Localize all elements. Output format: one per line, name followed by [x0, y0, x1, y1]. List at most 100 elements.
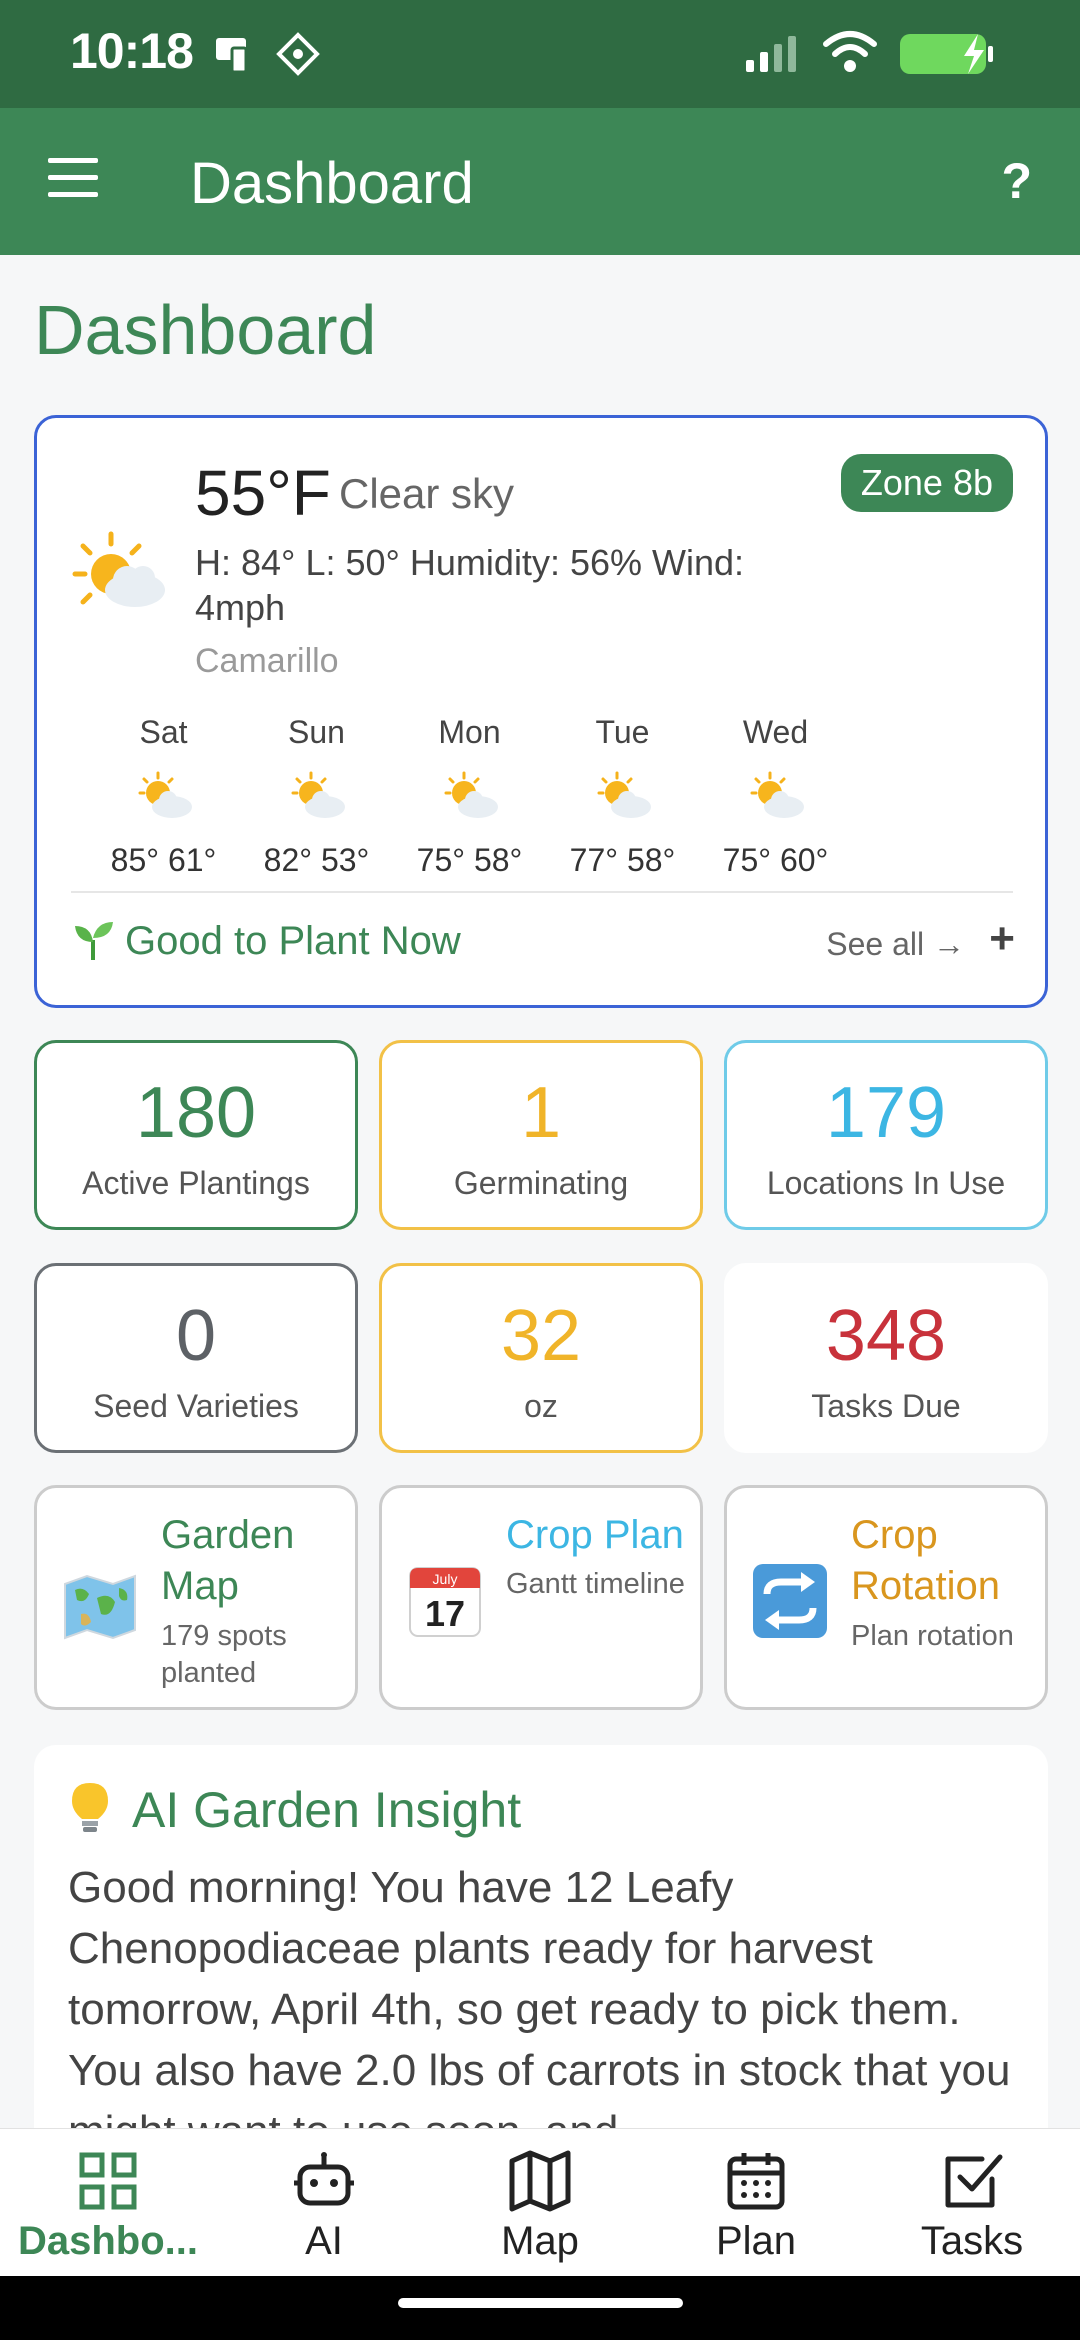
stat-card-seed-varieties[interactable]: 0 Seed Varieties	[34, 1263, 358, 1453]
forecast-temps: 85° 61°	[110, 842, 217, 878]
nav-card-title: Garden Map	[161, 1513, 295, 1608]
ai-insight-header: AI Garden Insight	[68, 1781, 521, 1839]
nav-card-subtitle: Plan rotation	[851, 1620, 1014, 1652]
status-bar: 10:18	[0, 0, 1080, 108]
nav-card-title: Crop Rotation	[851, 1513, 1000, 1608]
zone-badge: Zone 8b	[840, 454, 1013, 512]
forecast-day: Wed 75° 60°	[699, 714, 852, 879]
rotate-arrows-icon	[753, 1564, 827, 1638]
crop-rotation-card[interactable]: Crop Rotation Plan rotation	[724, 1485, 1048, 1710]
robot-icon	[294, 2152, 354, 2206]
stat-card-locations-in-use[interactable]: 179 Locations In Use	[724, 1040, 1048, 1230]
weather-location: Camarillo	[195, 642, 339, 680]
signal-icon	[746, 36, 796, 72]
stat-value: 348	[825, 1296, 947, 1376]
tab-label: Tasks	[920, 2219, 1024, 2263]
forecast-day-name: Sat	[139, 714, 188, 750]
forecast-day-name: Tue	[595, 714, 650, 750]
partly-sunny-icon	[291, 771, 345, 818]
tab-label: Dashbo...	[17, 2219, 199, 2263]
forecast-temps: 75° 60°	[722, 842, 829, 878]
bottom-navigation: Dashbo... AI Map Plan Tasks	[0, 2128, 1080, 2276]
stat-value: 180	[135, 1073, 257, 1153]
forecast-temps: 82° 53°	[263, 842, 370, 878]
location-diamond-icon	[276, 32, 320, 76]
stat-label: Seed Varieties	[93, 1388, 299, 1424]
home-indicator-area	[0, 2276, 1080, 2340]
calendar-day-text: 17	[425, 1593, 465, 1634]
partly-sunny-icon	[72, 531, 165, 607]
tab-plan[interactable]: Plan	[648, 2129, 864, 2276]
stat-label: Germinating	[453, 1165, 629, 1201]
forecast-day-name: Wed	[742, 714, 809, 750]
stat-label: oz	[524, 1388, 558, 1424]
stat-value: 179	[825, 1073, 947, 1153]
stat-value: 1	[520, 1073, 562, 1153]
good-to-plant-now-label: Good to Plant Now	[125, 919, 461, 963]
help-button[interactable]: ?	[1001, 152, 1032, 210]
tab-dashboard[interactable]: Dashbo...	[0, 2129, 216, 2276]
stat-card-active-plantings[interactable]: 180 Active Plantings	[34, 1040, 358, 1230]
nav-card-subtitle: Gantt timeline	[506, 1568, 685, 1600]
add-button[interactable]: +	[989, 914, 1015, 964]
stat-label: Locations In Use	[766, 1165, 1006, 1201]
partly-sunny-icon	[750, 771, 804, 818]
tab-label: AI	[305, 2219, 343, 2263]
calendar-icon	[727, 2153, 785, 2210]
forecast-row: Sat 85° 61° Sun 82° 53° Mon 75° 58° Tue …	[87, 714, 852, 879]
page-title: Dashboard	[34, 291, 377, 369]
app-bar: Dashboard ?	[0, 108, 1080, 255]
stat-card-oz[interactable]: 32 oz	[379, 1263, 703, 1453]
weather-details: H: 84° L: 50° Humidity: 56% Wind: 4mph	[195, 542, 745, 628]
forecast-day-name: Sun	[288, 714, 345, 750]
forecast-day: Mon 75° 58°	[393, 714, 546, 879]
map-icon	[509, 2150, 571, 2212]
forecast-day: Tue 77° 58°	[546, 714, 699, 879]
battery-charging-icon	[900, 34, 993, 74]
stat-value: 0	[175, 1296, 217, 1376]
seedling-icon	[75, 922, 113, 960]
partly-sunny-icon	[597, 771, 651, 818]
calendar-icon: July 17	[409, 1567, 481, 1637]
app-bar-title: Dashboard	[190, 151, 474, 216]
stat-label: Active Plantings	[82, 1165, 310, 1201]
home-indicator[interactable]	[398, 2298, 683, 2308]
weather-card[interactable]: 55°F Clear sky Zone 8b H: 84° L: 50° Hum…	[34, 415, 1048, 1008]
see-all-link[interactable]: See all →	[826, 926, 965, 963]
forecast-temps: 77° 58°	[569, 842, 676, 878]
divider	[71, 891, 1013, 893]
ai-insight-text: Good morning! You have 12 Leafy Chenopod…	[68, 1863, 1011, 2156]
wifi-icon	[823, 31, 877, 72]
partly-sunny-icon	[444, 771, 498, 818]
status-time: 10:18	[70, 23, 194, 79]
nav-card-title: Crop Plan	[506, 1513, 684, 1557]
stat-card-germinating[interactable]: 1 Germinating	[379, 1040, 703, 1230]
forecast-day: Sat 85° 61°	[87, 714, 240, 879]
hamburger-menu-icon[interactable]	[48, 158, 98, 198]
screen-record-icon	[216, 38, 248, 74]
tab-ai[interactable]: AI	[216, 2129, 432, 2276]
forecast-day: Sun 82° 53°	[240, 714, 393, 879]
ai-insight-title: AI Garden Insight	[132, 1782, 522, 1838]
forecast-day-name: Mon	[438, 714, 501, 750]
light-bulb-icon	[72, 1783, 108, 1832]
crop-plan-card[interactable]: July 17 Crop Plan Gantt timeline	[379, 1485, 703, 1710]
partly-sunny-icon	[138, 771, 192, 818]
garden-map-card[interactable]: Garden Map 179 spots planted	[34, 1485, 358, 1710]
world-map-icon	[64, 1574, 136, 1640]
nav-card-subtitle: 179 spots planted	[161, 1620, 287, 1689]
tab-label: Plan	[715, 2219, 797, 2263]
good-to-plant-now-link[interactable]: Good to Plant Now	[71, 918, 461, 964]
stat-card-tasks-due[interactable]: 348 Tasks Due	[724, 1263, 1048, 1453]
grid-icon	[79, 2152, 137, 2210]
stat-label: Tasks Due	[811, 1388, 961, 1424]
calendar-month-text: July	[433, 1571, 458, 1587]
tab-label: Map	[501, 2219, 579, 2263]
tab-tasks[interactable]: Tasks	[864, 2129, 1080, 2276]
current-temperature: 55°F	[195, 457, 331, 529]
tab-map[interactable]: Map	[432, 2129, 648, 2276]
checkbox-icon	[945, 2154, 1003, 2208]
weather-condition: Clear sky	[339, 470, 515, 517]
forecast-temps: 75° 58°	[416, 842, 523, 878]
stat-value: 32	[500, 1296, 582, 1376]
